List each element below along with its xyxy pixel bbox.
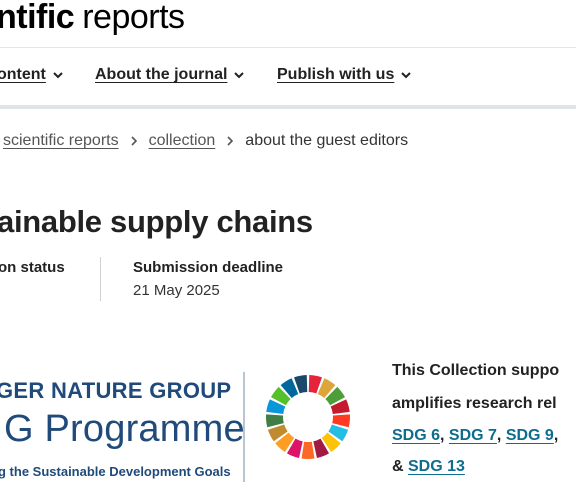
sdg-wheel-segment <box>301 441 315 459</box>
collection-support-text: This Collection suppo <box>392 362 560 379</box>
sdg-6-link[interactable]: SDG 6 <box>392 427 440 444</box>
page-title: ainable supply chains <box>0 204 313 239</box>
breadcrumb-link-collection[interactable]: collection <box>149 132 216 150</box>
sdg-links-row-2: & SDG 13 <box>392 458 465 476</box>
breadcrumb-link-journal[interactable]: scientific reports <box>3 132 119 150</box>
nav-label: Publish with us <box>277 66 395 83</box>
journal-brand[interactable]: ntific reports <box>0 0 185 42</box>
brand-light: reports <box>82 0 185 36</box>
breadcrumb-current: about the guest editors <box>245 132 409 149</box>
sdg-13-link[interactable]: SDG 13 <box>408 458 465 475</box>
main-nav: ontent About the journal Publish with us <box>0 66 576 90</box>
ampersand: & <box>392 458 408 475</box>
nav-about-journal[interactable]: About the journal <box>95 66 245 84</box>
sdg-wheel-segment <box>266 414 284 428</box>
sdg-logo-programme: G Programme <box>4 408 245 450</box>
meta-divider <box>100 257 101 301</box>
chevron-down-icon <box>401 72 412 79</box>
sdg-wheel-icon <box>266 375 350 459</box>
submission-deadline-value: 21 May 2025 <box>133 282 220 299</box>
sdg-7-link[interactable]: SDG 7 <box>449 427 497 444</box>
sdg-logo-group-name: GER NATURE GROUP <box>0 378 232 403</box>
nav-label: ontent <box>0 66 46 83</box>
logo-divider <box>243 372 245 482</box>
chevron-down-icon <box>53 72 63 79</box>
sdg-9-link[interactable]: SDG 9 <box>506 427 554 444</box>
submission-status-label: on status <box>0 259 65 276</box>
sdg-logo-tagline: g the Sustainable Development Goals <box>0 464 231 479</box>
collection-amplifies-text: amplifies research rel <box>392 395 557 412</box>
nav-publish-with-us[interactable]: Publish with us <box>277 66 412 84</box>
chevron-right-icon <box>131 136 137 146</box>
sdg-wheel-segment <box>332 414 350 428</box>
nav-label: About the journal <box>95 66 228 83</box>
chevron-down-icon <box>234 72 245 79</box>
header-divider <box>0 47 576 48</box>
nav-explore-content[interactable]: ontent <box>0 66 64 84</box>
nav-divider <box>0 105 576 109</box>
sdg-links-row: SDG 6, SDG 7, SDG 9, <box>392 427 559 444</box>
breadcrumb: scientific reports collection about the … <box>3 132 408 150</box>
chevron-right-icon <box>227 136 234 146</box>
brand-strong: ntific <box>0 0 75 36</box>
submission-deadline-label: Submission deadline <box>133 259 284 276</box>
